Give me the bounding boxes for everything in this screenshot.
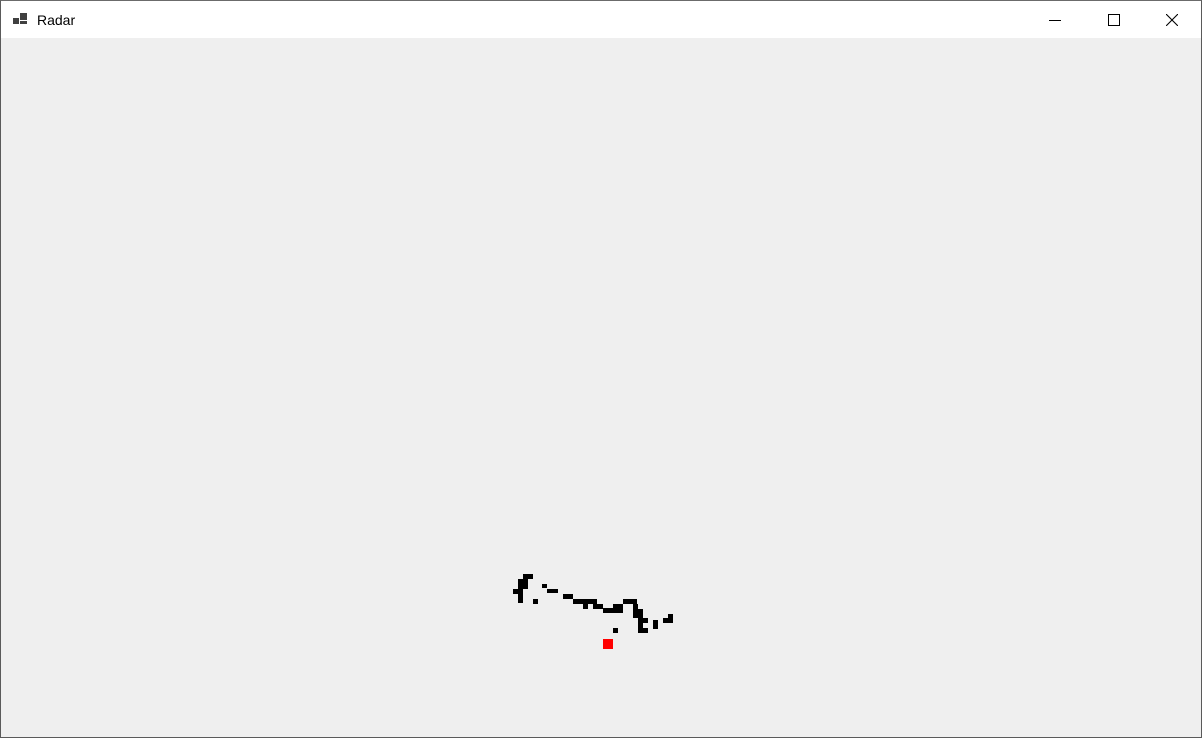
title-bar[interactable]: Radar <box>1 1 1201 38</box>
radar-window: Radar <box>0 0 1202 738</box>
radar-point <box>513 589 523 594</box>
radar-point <box>523 574 533 579</box>
radar-point <box>533 599 538 604</box>
radar-point <box>583 604 588 609</box>
radar-point <box>518 584 528 589</box>
close-icon <box>1166 13 1178 26</box>
radar-point <box>573 599 597 604</box>
radar-point <box>603 608 623 613</box>
radar-point <box>613 628 618 633</box>
radar-point <box>668 614 673 618</box>
radar-point <box>593 604 603 609</box>
radar-point <box>623 599 637 604</box>
radar-point <box>542 584 547 588</box>
app-window-icon <box>13 13 27 24</box>
radar-point <box>663 618 673 623</box>
minimize-icon <box>1049 19 1061 21</box>
close-button[interactable] <box>1149 1 1195 38</box>
radar-point <box>633 609 643 618</box>
radar-point <box>633 604 638 609</box>
radar-canvas <box>513 574 673 649</box>
radar-area <box>1 38 1201 737</box>
radar-point <box>638 618 648 623</box>
maximize-button[interactable] <box>1091 1 1137 38</box>
radar-origin-marker <box>603 639 613 649</box>
radar-point <box>613 604 623 608</box>
minimize-button[interactable] <box>1032 1 1078 38</box>
radar-point <box>547 589 558 593</box>
radar-point <box>563 594 573 599</box>
radar-point <box>518 579 523 584</box>
radar-point <box>518 594 523 603</box>
radar-point <box>653 620 658 629</box>
maximize-icon <box>1108 13 1120 26</box>
radar-point <box>638 623 643 628</box>
radar-point <box>638 628 648 633</box>
radar-point <box>523 579 528 584</box>
window-title: Radar <box>37 12 76 28</box>
